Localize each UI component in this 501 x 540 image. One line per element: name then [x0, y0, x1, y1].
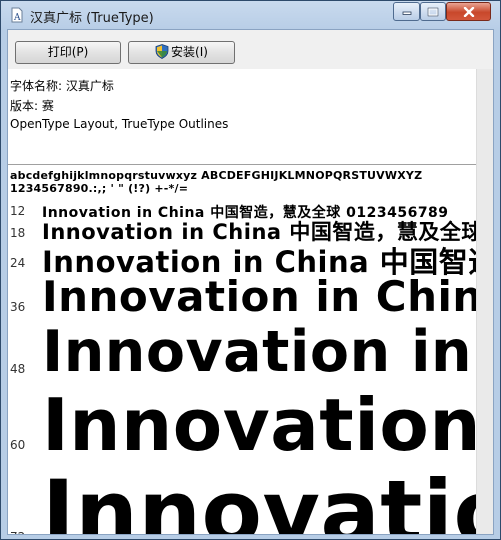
sample-size-label: 12	[10, 204, 26, 218]
print-button-label: 打印(P)	[47, 45, 89, 59]
sample-text: Innovation	[42, 383, 482, 467]
vertical-scrollbar[interactable]	[476, 69, 493, 534]
sample-size-label: 60	[10, 438, 26, 452]
charset-symbols: 1234567890.:,; ' " (!?) +-*/=	[10, 182, 189, 195]
sample-size-label: 36	[10, 300, 26, 314]
minimize-icon	[402, 11, 411, 15]
sample-size-label: 48	[10, 362, 26, 376]
title-bar[interactable]: A 汉真广标 (TrueType)	[1, 1, 500, 29]
close-button[interactable]	[446, 2, 491, 21]
install-button[interactable]: 安装(I)	[128, 41, 235, 64]
font-type-line: OpenType Layout, TrueType Outlines	[10, 117, 229, 131]
sample-size-label: 18	[10, 226, 26, 240]
viewer-frame: 打印(P) 安装(I) 字体名称: 汉真广标 版本: 赛 OpenType La…	[7, 29, 494, 535]
sample-size-label: 24	[10, 256, 26, 270]
install-button-label: 安装(I)	[171, 45, 208, 59]
minimize-button[interactable]	[393, 2, 420, 21]
print-button[interactable]: 打印(P)	[15, 41, 121, 64]
font-file-icon: A	[9, 7, 25, 23]
close-icon	[463, 6, 474, 17]
font-name-line: 字体名称: 汉真广标	[10, 79, 114, 93]
maximize-button[interactable]	[420, 2, 446, 21]
window-title: 汉真广标 (TrueType)	[30, 11, 154, 26]
sample-size-label: 72	[10, 530, 25, 534]
charset-letters: abcdefghijklmnopqrstuvwxyz ABCDEFGHIJKLM…	[10, 169, 423, 182]
sample-text: Innovation in China	[42, 272, 493, 321]
font-version-line: 版本: 赛	[10, 99, 54, 113]
sample-text: Innovation in	[42, 319, 473, 385]
svg-text:A: A	[13, 13, 21, 23]
toolbar: 打印(P) 安装(I)	[8, 30, 493, 69]
divider	[8, 164, 493, 165]
maximize-icon	[427, 7, 439, 16]
uac-shield-icon	[155, 44, 169, 66]
sample-text: Innovation	[42, 461, 493, 535]
font-viewer-window: A 汉真广标 (TrueType) 打印(P) 安装(I) 字体名称: 汉真广标…	[0, 0, 501, 540]
font-preview-area: 字体名称: 汉真广标 版本: 赛 OpenType Layout, TrueTy…	[8, 69, 493, 534]
sample-row: 72 Innovation	[8, 69, 493, 534]
